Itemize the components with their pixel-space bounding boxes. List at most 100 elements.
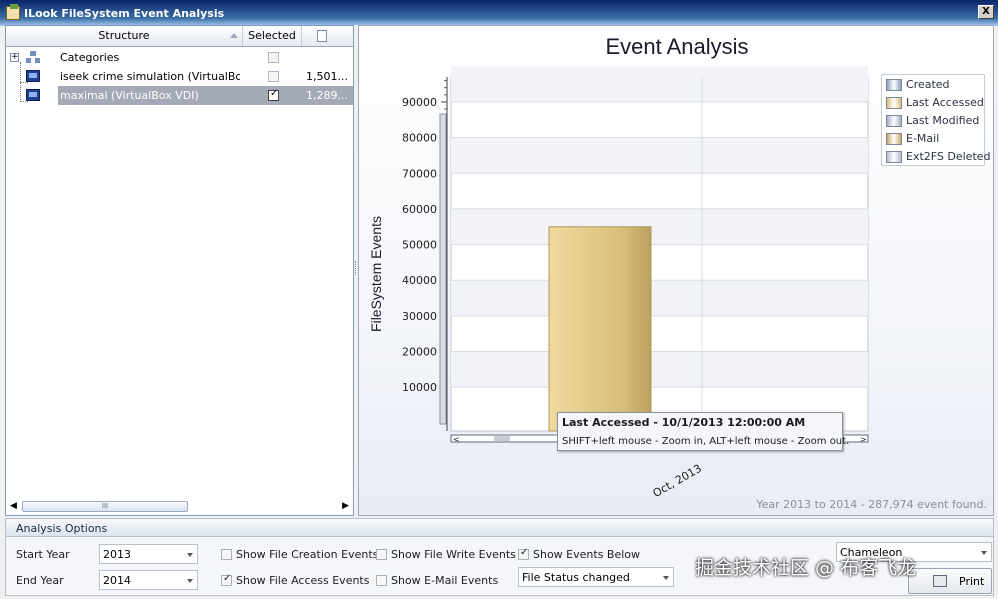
row-select-checkbox[interactable]: [268, 88, 279, 101]
y-scrollbar-thumb: [439, 113, 447, 425]
y-tick-label: 20000: [402, 346, 437, 359]
window-title: ILook FileSystem Event Analysis: [24, 6, 225, 20]
legend-label: Ext2FS Deleted: [906, 150, 991, 163]
analysis-options-title: Analysis Options: [16, 522, 108, 535]
checkbox-box[interactable]: [221, 549, 232, 560]
y-tick-label: 10000: [402, 381, 437, 394]
tree-row-count: 1,289...: [306, 89, 348, 102]
row-select-checkbox[interactable]: [268, 71, 279, 82]
selected-column-header[interactable]: Selected: [243, 26, 302, 46]
scroll-thumb[interactable]: III: [22, 501, 188, 512]
count-column-header[interactable]: [302, 26, 353, 46]
chevron-down-icon: [187, 579, 193, 583]
chevron-down-icon: [981, 551, 987, 555]
legend-swatch: [886, 151, 902, 163]
tooltip-hint: SHIFT+left mouse - Zoom in, ALT+left mou…: [562, 436, 850, 447]
end-year-value: 2014: [103, 574, 131, 587]
legend-item-ext2fs-deleted: Ext2FS Deleted: [886, 149, 991, 165]
start-year-value: 2013: [103, 548, 131, 561]
scroll-right-icon[interactable]: ▶: [342, 501, 349, 511]
checkbox-label: Show File Write Events: [391, 548, 516, 561]
structure-tree-panel: Structure Selected + Categories iseek cr…: [5, 25, 354, 516]
chart-tooltip: Last Accessed - 10/1/2013 12:00:00 AM SH…: [557, 412, 849, 451]
tree-row-label: maximal (VirtualBox VDI): [60, 89, 199, 102]
tree-horizontal-scrollbar[interactable]: ◀ III ▶: [6, 498, 353, 515]
legend-label: Last Modified: [906, 114, 980, 127]
legend-swatch: [886, 133, 902, 145]
document-icon: [317, 30, 327, 42]
legend-item-email: E-Mail: [886, 131, 986, 147]
legend-label: Created: [906, 78, 950, 91]
close-button[interactable]: X: [978, 5, 994, 19]
tree-row-label: iseek crime simulation (VirtualBox ...: [60, 70, 240, 83]
y-tick-label: 60000: [402, 203, 437, 216]
grid-band: [451, 351, 868, 388]
hierarchy-icon: [26, 51, 40, 63]
scroll-left-icon[interactable]: ◀: [10, 501, 17, 511]
file-status-select[interactable]: File Status changed: [518, 567, 674, 587]
legend-swatch: [886, 97, 902, 109]
checkbox-label: Show Events Below: [533, 548, 641, 561]
x-tick-label: Oct, 2013: [651, 462, 704, 500]
scroll-right-icon: >: [860, 435, 867, 444]
y-tick-label: 80000: [402, 132, 437, 145]
checkbox-box[interactable]: [376, 549, 387, 560]
end-year-select[interactable]: 2014: [99, 570, 198, 590]
legend-item-last-modified: Last Modified: [886, 113, 986, 129]
y-tick-label: 40000: [402, 274, 437, 287]
print-button[interactable]: Print: [908, 568, 992, 594]
start-year-select[interactable]: 2013: [99, 544, 198, 564]
tree-row-iseek[interactable]: iseek crime simulation (VirtualBox ... 1…: [6, 67, 353, 86]
legend-swatch: [886, 115, 902, 127]
chevron-down-icon: [187, 553, 193, 557]
x-scrollbar-thumb: [494, 436, 510, 441]
legend-item-last-accessed: Last Accessed: [886, 95, 986, 111]
end-year-label: End Year: [16, 574, 64, 587]
legend-label: E-Mail: [906, 132, 940, 145]
sort-arrow-icon: [230, 33, 238, 38]
y-tick-label: 30000: [402, 310, 437, 323]
start-year-label: Start Year: [16, 548, 70, 561]
legend-item-created: Created: [886, 77, 986, 93]
checkbox-label: Show File Creation Events: [236, 548, 379, 561]
legend-label: Last Accessed: [906, 96, 984, 109]
chevron-down-icon: [663, 576, 669, 580]
file-status-value: File Status changed: [522, 571, 630, 584]
splitter-grip-icon: [355, 261, 357, 275]
grid-band: [451, 137, 868, 174]
legend-swatch: [886, 79, 902, 91]
chart-event-summary: Year 2013 to 2014 - 287,974 event found.: [756, 498, 987, 511]
print-button-label: Print: [959, 575, 985, 588]
tree-row-label: Categories: [60, 51, 120, 64]
chart-legend: Created Last Accessed Last Modified E-Ma…: [881, 74, 991, 166]
y-tick-label: 70000: [402, 167, 437, 180]
grid-band: [451, 66, 868, 102]
checkbox-box[interactable]: [518, 547, 529, 560]
checkbox-label: Show E-Mail Events: [391, 574, 499, 587]
y-tick-label: 50000: [402, 239, 437, 252]
tree-row-categories[interactable]: + Categories: [6, 48, 353, 67]
tree-grid-header: Structure Selected: [6, 26, 353, 47]
checkbox-box[interactable]: [221, 573, 232, 586]
expand-icon[interactable]: +: [10, 53, 19, 62]
row-select-checkbox[interactable]: [268, 52, 279, 63]
tooltip-title: Last Accessed - 10/1/2013 12:00:00 AM: [562, 416, 806, 429]
printer-icon: [933, 575, 947, 587]
analysis-options-header: Analysis Options: [6, 519, 993, 537]
watermark-text: 掘金技术社区 @ 布客飞龙: [695, 557, 917, 579]
app-icon: [6, 4, 20, 20]
y-tick-label: 90000: [402, 96, 437, 109]
grid-band: [451, 280, 868, 316]
checkbox-box[interactable]: [376, 575, 387, 586]
tree-row-count: 1,501...: [306, 70, 348, 83]
title-bar: ILook FileSystem Event Analysis X: [0, 0, 998, 26]
tree-row-maximal[interactable]: maximal (VirtualBox VDI) 1,289...: [6, 86, 353, 105]
computer-icon: [26, 70, 40, 82]
scroll-left-icon: <: [453, 435, 460, 444]
selected-column-label: Selected: [248, 29, 296, 42]
grid-band: [451, 208, 868, 245]
structure-column-header[interactable]: Structure: [6, 26, 243, 46]
checkbox-label: Show File Access Events: [236, 574, 370, 587]
structure-column-label: Structure: [98, 29, 150, 42]
computer-icon: [26, 89, 40, 101]
